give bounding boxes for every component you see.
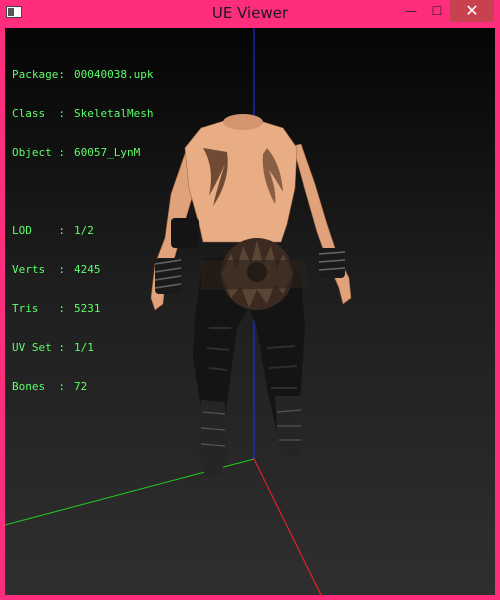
- bones-label: Bones :: [12, 380, 65, 393]
- ue-viewer-window: UE Viewer — ☐ ✕ Package: 00040038.upk Cl…: [0, 0, 500, 600]
- object-label: Object :: [12, 146, 65, 159]
- tris-label: Tris :: [12, 302, 65, 315]
- maximize-button[interactable]: ☐: [424, 0, 450, 22]
- tris-value: 5231: [74, 302, 101, 315]
- verts-label: Verts :: [12, 263, 65, 276]
- close-button[interactable]: ✕: [450, 0, 494, 22]
- lod-label: LOD :: [12, 224, 65, 237]
- package-value: 00040038.upk: [74, 68, 154, 81]
- axis-x-line: [253, 458, 322, 595]
- package-label: Package:: [12, 68, 65, 81]
- class-value: SkeletalMesh: [74, 107, 154, 120]
- bones-value: 72: [74, 380, 88, 393]
- class-label: Class :: [12, 107, 65, 120]
- uvset-label: UV Set :: [12, 341, 65, 354]
- object-value: 60057_LynM: [74, 146, 141, 159]
- lod-value: 1/2: [74, 224, 94, 237]
- mesh-info-overlay: Package: 00040038.upk Class : SkeletalMesh…: [12, 42, 153, 419]
- character-model: [150, 114, 352, 476]
- minimize-button[interactable]: —: [398, 0, 424, 22]
- 3d-viewport[interactable]: Package: 00040038.upk Class : SkeletalMesh…: [5, 28, 495, 595]
- verts-value: 4245: [74, 263, 101, 276]
- title-bar[interactable]: UE Viewer — ☐ ✕: [0, 0, 500, 28]
- uvset-value: 1/1: [74, 341, 94, 354]
